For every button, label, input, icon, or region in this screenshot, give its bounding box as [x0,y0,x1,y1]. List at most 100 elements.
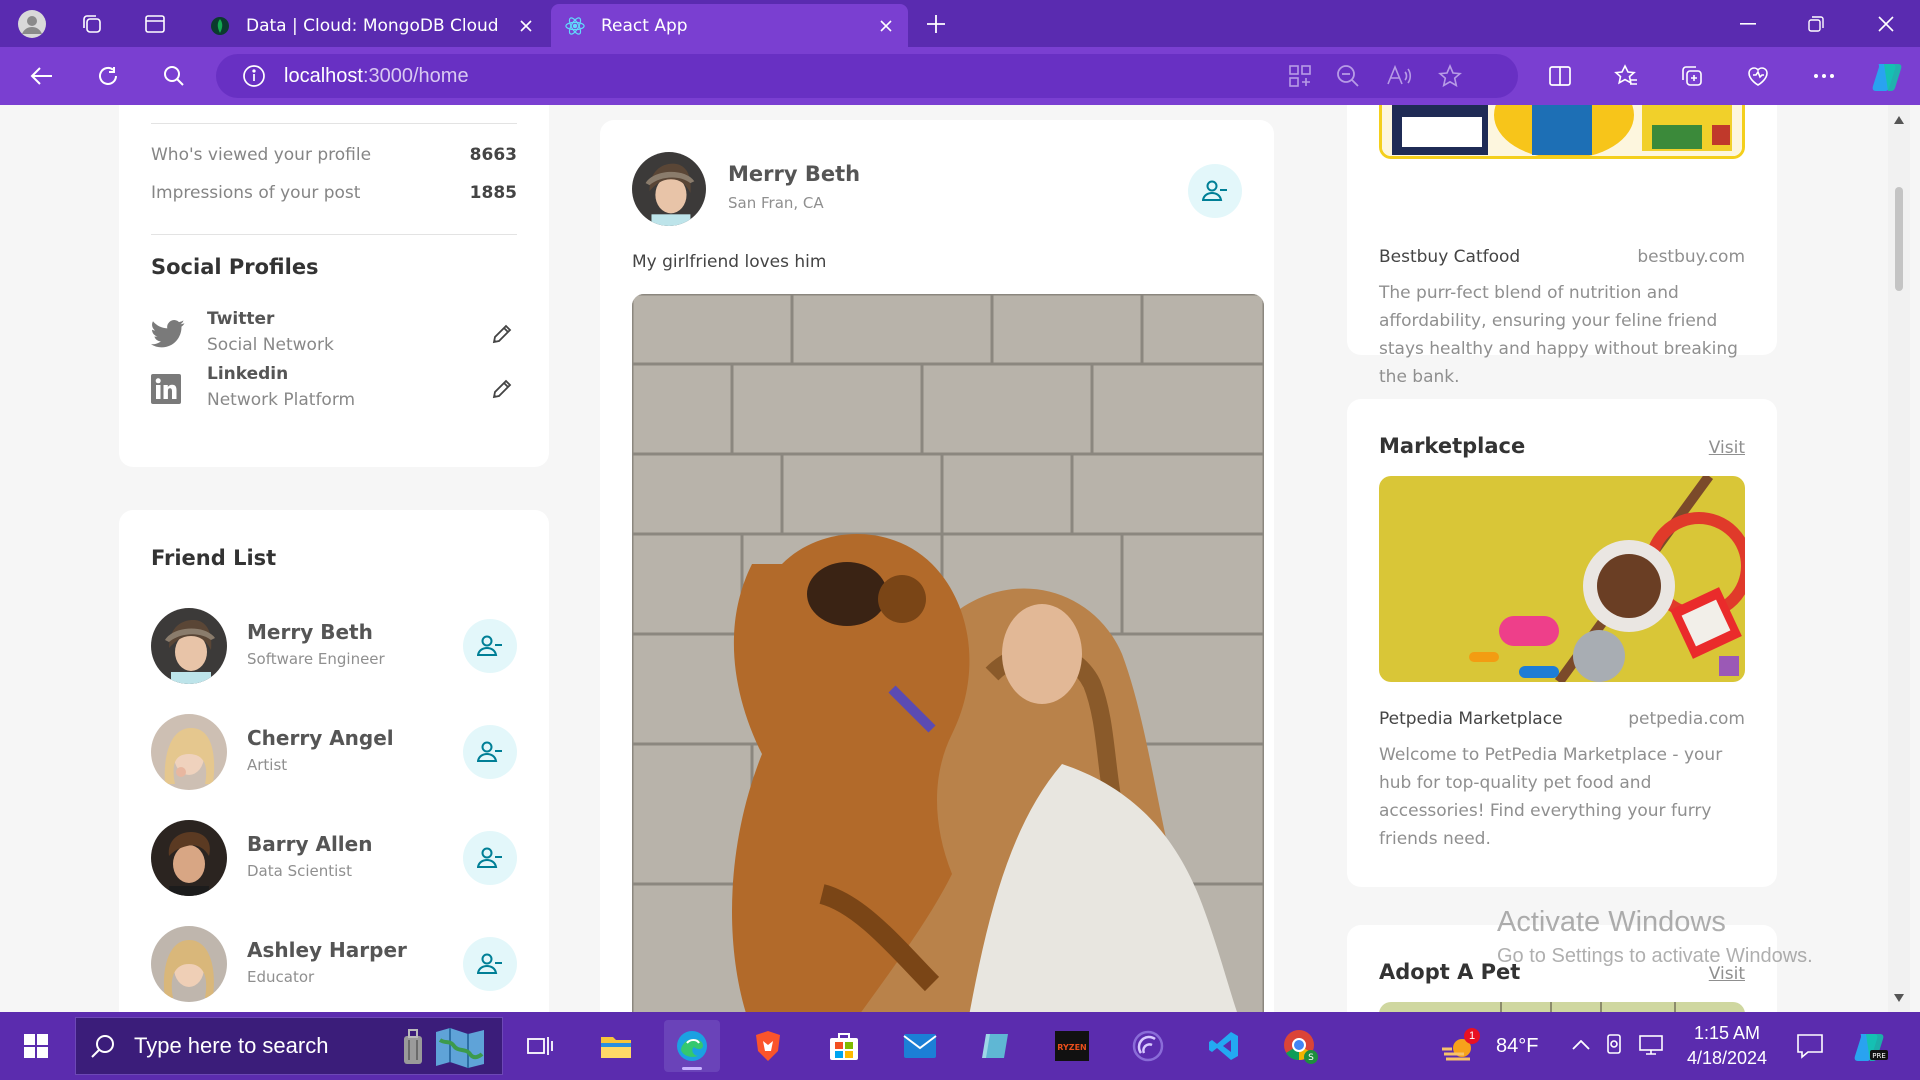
tab-mongodb[interactable]: Data | Cloud: MongoDB Cloud [196,4,548,47]
avatar[interactable] [151,608,227,684]
edge-browser-icon[interactable] [664,1020,720,1072]
brave-browser-icon[interactable] [740,1020,796,1072]
tab-title: React App [601,15,688,36]
vscode-icon[interactable] [1196,1020,1252,1072]
task-view-icon[interactable] [512,1020,568,1072]
url-path: :3000/home [362,64,469,87]
zoom-out-icon[interactable] [1336,64,1360,92]
more-options-icon[interactable] [1808,60,1840,92]
ad-description: Welcome to PetPedia Marketplace - your h… [1379,745,1723,849]
watermark-line1: Activate Windows [1497,906,1726,938]
collections-icon[interactable] [1676,60,1708,92]
weather-widget[interactable]: 1 84°F [1440,1012,1538,1080]
friend-item: Merry Beth Software Engineer [151,608,517,684]
site-info-icon[interactable] [242,64,266,88]
social-type: Network Platform [207,390,356,410]
map-icon [434,1026,486,1072]
scroll-up-arrow-icon[interactable] [1892,113,1906,127]
app-available-icon[interactable] [1288,64,1312,92]
remove-friend-button[interactable] [463,831,517,885]
chrome-icon[interactable]: S [1272,1020,1328,1072]
search-icon [90,1033,116,1059]
watermark-line2: Go to Settings to activate Windows. [1497,945,1813,967]
tab-title: Data | Cloud: MongoDB Cloud [246,15,499,36]
scroll-down-arrow-icon[interactable] [1892,991,1906,1005]
minimize-icon[interactable] [1728,8,1768,40]
mongodb-leaf-icon [210,16,230,36]
read-aloud-icon[interactable] [1386,64,1412,92]
copilot-icon[interactable] [1868,57,1908,95]
tab-react-app[interactable]: React App [551,4,908,47]
chevron-up-icon[interactable] [1572,1037,1596,1055]
scrollbar-thumb[interactable] [1895,187,1903,291]
new-tab-icon[interactable] [920,8,952,40]
remove-friend-button[interactable] [463,937,517,991]
system-tray [1572,1012,1672,1080]
active-app-indicator [682,1067,702,1070]
favorite-star-icon[interactable] [1438,63,1462,92]
ad-image[interactable] [1379,476,1745,682]
stat-label: Who's viewed your profile [151,145,372,165]
svg-text:S: S [1308,1053,1314,1063]
post-author-location: San Fran, CA [728,194,824,212]
friend-name[interactable]: Cherry Angel [247,726,394,750]
clock[interactable]: 1:15 AM 4/18/2024 [1672,1012,1782,1080]
post-author: Merry Beth San Fran, CA [632,152,1242,228]
remove-friend-button[interactable] [463,725,517,779]
back-icon[interactable] [26,60,58,92]
ryzen-master-icon[interactable]: RYZEN [1044,1020,1100,1072]
start-windows-icon[interactable] [8,1020,64,1072]
taskbar-search-input[interactable]: Type here to search [75,1017,503,1075]
friend-name[interactable]: Merry Beth [247,620,373,644]
ad-domain[interactable]: bestbuy.com [1637,247,1745,267]
divider [151,123,517,124]
workspaces-icon[interactable] [76,8,108,40]
network-icon[interactable] [1638,1033,1672,1060]
friend-name[interactable]: Barry Allen [247,832,372,856]
close-tab-icon[interactable] [870,10,902,42]
copilot-preview-icon[interactable]: PRE [1852,1012,1888,1080]
avatar[interactable] [151,926,227,1002]
refresh-icon[interactable] [92,60,124,92]
avatar[interactable] [632,152,706,226]
edit-pencil-icon[interactable] [487,374,517,404]
avatar[interactable] [151,714,227,790]
post-author-name[interactable]: Merry Beth [728,162,860,186]
microsoft-store-icon[interactable] [816,1020,872,1072]
divider [151,234,517,235]
close-tab-icon[interactable] [510,10,542,42]
edit-pencil-icon[interactable] [487,319,517,349]
favorites-icon[interactable] [1610,60,1642,92]
address-bar[interactable]: localhost:3000/home [216,54,1518,98]
page-scrollbar[interactable] [1888,105,1910,1012]
avatar[interactable] [151,820,227,896]
remove-friend-button[interactable] [463,619,517,673]
ad-card-bestbuy: Bestbuy Catfood bestbuy.com The purr-fec… [1347,105,1777,387]
friend-name[interactable]: Ashley Harper [247,938,407,962]
visit-link[interactable]: Visit [1709,438,1745,458]
ad-domain[interactable]: petpedia.com [1628,709,1745,729]
profile-avatar-icon[interactable] [16,8,48,40]
notes-app-icon[interactable] [968,1020,1024,1072]
file-explorer-icon[interactable] [588,1020,644,1072]
social-item-twitter: Twitter Social Network [151,309,517,365]
friend-role: Artist [247,756,288,774]
tab-actions-icon[interactable] [139,8,171,40]
close-window-icon[interactable] [1866,8,1906,40]
torrent-client-icon[interactable] [1120,1020,1176,1072]
ad-image[interactable] [1379,1002,1745,1012]
social-type: Social Network [207,335,334,355]
ad-image[interactable] [1379,105,1745,159]
twitter-icon [151,319,185,353]
windows-taskbar: Type here to search RYZEN S 1 84°F 1:15 … [0,1012,1920,1080]
svg-text:RYZEN: RYZEN [1057,1043,1086,1052]
travel-luggage-icon [398,1028,428,1070]
restore-icon[interactable] [1796,8,1836,40]
search-icon[interactable] [158,60,190,92]
browser-essentials-icon[interactable] [1742,60,1774,92]
remove-friend-button[interactable] [1188,164,1242,218]
split-screen-icon[interactable] [1544,60,1576,92]
notifications-icon[interactable] [1796,1012,1824,1080]
device-icon[interactable] [1604,1033,1634,1060]
mail-icon[interactable] [892,1020,948,1072]
